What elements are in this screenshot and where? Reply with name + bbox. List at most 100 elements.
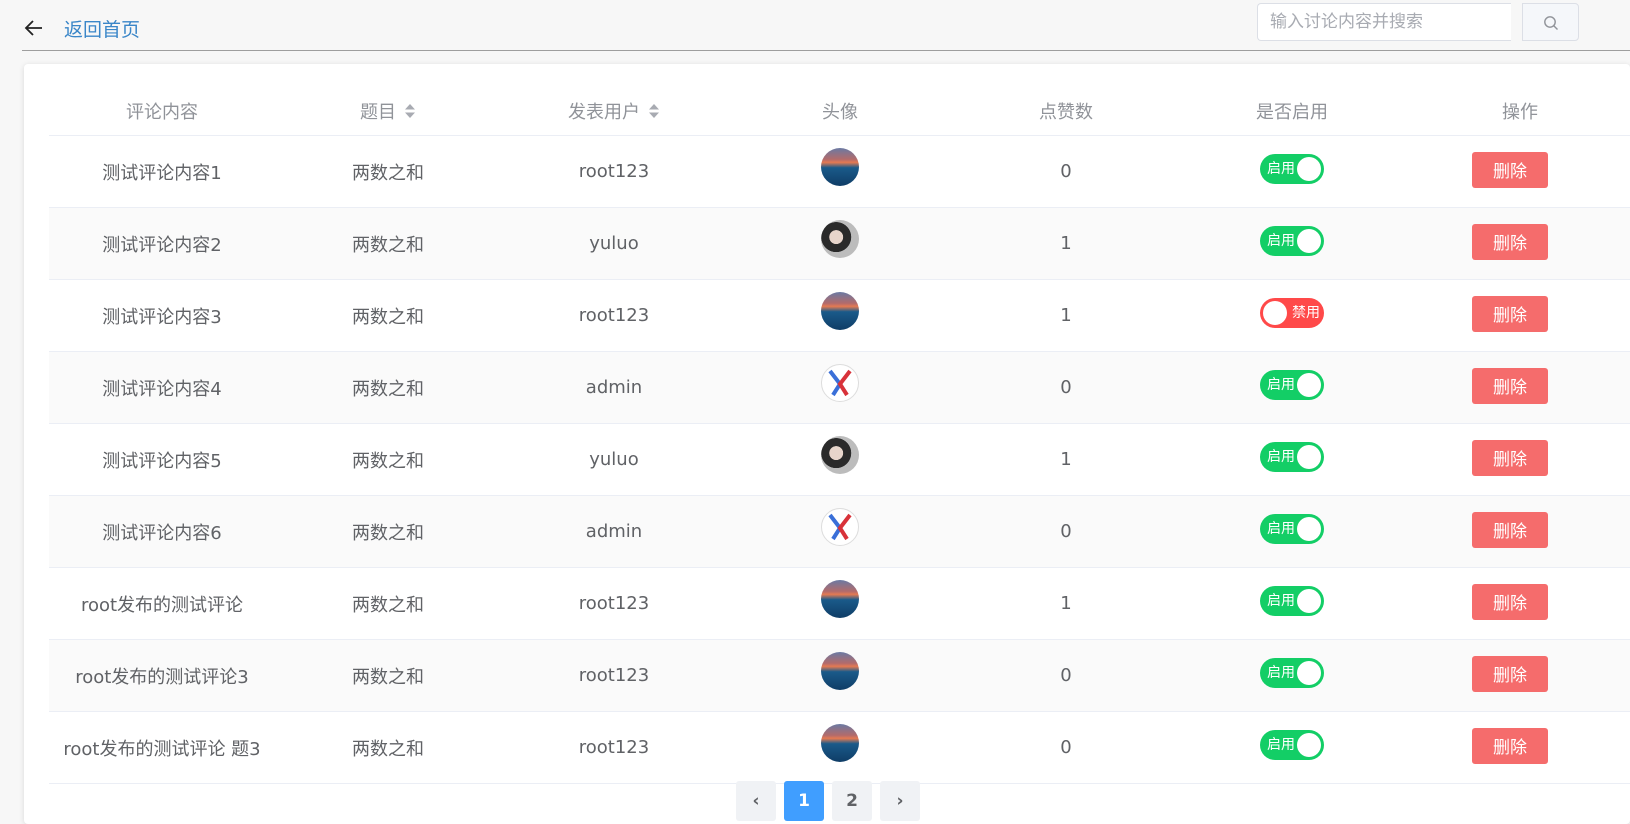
problem-title-text: 两数之和 (352, 378, 424, 400)
avatar (821, 147, 859, 186)
column-header-enabled: 是否启用 (1256, 101, 1328, 123)
sort-icon[interactable] (648, 103, 660, 119)
enabled-toggle[interactable]: 启用 (1260, 513, 1324, 544)
enabled-cell: 启用 (1179, 568, 1405, 639)
delete-button[interactable]: 删除 (1472, 367, 1548, 404)
username-text: root123 (578, 593, 650, 614)
toggle-knob (1297, 516, 1321, 541)
delete-button[interactable]: 删除 (1472, 583, 1548, 620)
comment-content-text: root发布的测试评论 题3 (63, 738, 261, 760)
like-count-text: 1 (1060, 305, 1072, 326)
username-text: root123 (578, 305, 650, 326)
avatar-cell (727, 712, 953, 783)
prev-page-button[interactable]: ‹ (736, 781, 776, 821)
enabled-cell: 启用 (1179, 136, 1405, 207)
page-1-button[interactable]: 1 (784, 781, 824, 821)
enabled-cell: 启用 (1179, 208, 1405, 279)
username-text: admin (585, 521, 643, 542)
search-box (1257, 3, 1579, 41)
username: root123 (501, 568, 727, 639)
toggle-label: 启用 (1267, 232, 1295, 249)
problem-title: 两数之和 (275, 280, 501, 351)
delete-button[interactable]: 删除 (1472, 655, 1548, 692)
like-count-text: 1 (1060, 449, 1072, 470)
toggle-knob (1297, 588, 1321, 613)
toggle-label: 启用 (1267, 448, 1295, 465)
column-header-user[interactable]: 发表用户 (501, 86, 727, 135)
delete-button[interactable]: 删除 (1472, 223, 1548, 260)
enabled-cell: 启用 (1179, 712, 1405, 783)
problem-title-text: 两数之和 (352, 450, 424, 472)
username: root123 (501, 640, 727, 711)
table-row: root发布的测试评论 题3 两数之和 root123 0 启用 删除 (49, 712, 1630, 784)
enabled-toggle[interactable]: 启用 (1260, 585, 1324, 616)
column-header-actions: 操作 (1502, 101, 1538, 123)
sort-icon[interactable] (404, 103, 416, 119)
delete-button[interactable]: 删除 (1472, 151, 1548, 188)
comment-content-text: 测试评论内容6 (102, 522, 222, 544)
like-count: 0 (953, 712, 1179, 783)
x-logo-icon (828, 513, 852, 540)
header-divider (22, 50, 1630, 51)
enabled-cell: 启用 (1179, 640, 1405, 711)
avatar-cell (727, 496, 953, 567)
like-count-text: 0 (1060, 665, 1072, 686)
toggle-label: 启用 (1267, 520, 1295, 537)
comments-table: 评论内容 题目 发表用户 头像 点赞数 是否启用 操作 测试评论内容1 两数之和 r… (49, 86, 1630, 784)
back-home-link[interactable]: 返回首页 (64, 15, 140, 42)
like-count-text: 0 (1060, 377, 1072, 398)
next-page-button[interactable]: › (880, 781, 920, 821)
enabled-toggle[interactable]: 启用 (1260, 729, 1324, 760)
problem-title-text: 两数之和 (352, 234, 424, 256)
username-text: root123 (578, 737, 650, 758)
column-header-avatar: 头像 (822, 101, 858, 123)
delete-button[interactable]: 删除 (1472, 295, 1548, 332)
avatar-cell (727, 208, 953, 279)
username-text: yuluo (589, 449, 639, 470)
delete-button[interactable]: 删除 (1472, 439, 1548, 476)
avatar (821, 291, 859, 330)
like-count: 0 (953, 352, 1179, 423)
toggle-label: 启用 (1267, 592, 1295, 609)
toggle-label: 启用 (1267, 736, 1295, 753)
actions-cell: 删除 (1405, 640, 1630, 711)
column-header-content: 评论内容 (126, 101, 198, 123)
toggle-knob (1297, 732, 1321, 757)
actions-cell: 删除 (1405, 568, 1630, 639)
toggle-knob (1297, 372, 1321, 397)
comment-content: 测试评论内容3 (49, 280, 275, 351)
table-row: 测试评论内容3 两数之和 root123 1 禁用 删除 (49, 280, 1630, 352)
comment-content: root发布的测试评论 (49, 568, 275, 639)
actions-cell: 删除 (1405, 352, 1630, 423)
problem-title: 两数之和 (275, 352, 501, 423)
delete-button[interactable]: 删除 (1472, 727, 1548, 764)
page-2-button[interactable]: 2 (832, 781, 872, 821)
toggle-knob (1297, 156, 1321, 181)
problem-title-text: 两数之和 (352, 162, 424, 184)
like-count-text: 1 (1060, 593, 1072, 614)
search-input[interactable] (1257, 3, 1511, 41)
enabled-toggle[interactable]: 启用 (1260, 153, 1324, 184)
username: admin (501, 496, 727, 567)
like-count: 1 (953, 208, 1179, 279)
toggle-knob (1263, 300, 1287, 325)
toggle-knob (1297, 444, 1321, 469)
enabled-toggle[interactable]: 启用 (1260, 441, 1324, 472)
search-button[interactable] (1522, 3, 1579, 41)
avatar-cell (727, 424, 953, 495)
enabled-toggle[interactable]: 禁用 (1260, 297, 1324, 328)
enabled-toggle[interactable]: 启用 (1260, 369, 1324, 400)
problem-title-text: 两数之和 (352, 666, 424, 688)
like-count: 0 (953, 496, 1179, 567)
delete-button[interactable]: 删除 (1472, 511, 1548, 548)
back-arrow-icon[interactable] (22, 16, 46, 40)
search-icon (1544, 16, 1558, 30)
comment-content-text: 测试评论内容2 (102, 234, 222, 256)
toggle-label: 启用 (1267, 160, 1295, 177)
enabled-toggle[interactable]: 启用 (1260, 225, 1324, 256)
actions-cell: 删除 (1405, 712, 1630, 783)
enabled-toggle[interactable]: 启用 (1260, 657, 1324, 688)
username: root123 (501, 712, 727, 783)
top-bar: 返回首页 (0, 0, 1630, 50)
column-header-problem[interactable]: 题目 (275, 86, 501, 135)
